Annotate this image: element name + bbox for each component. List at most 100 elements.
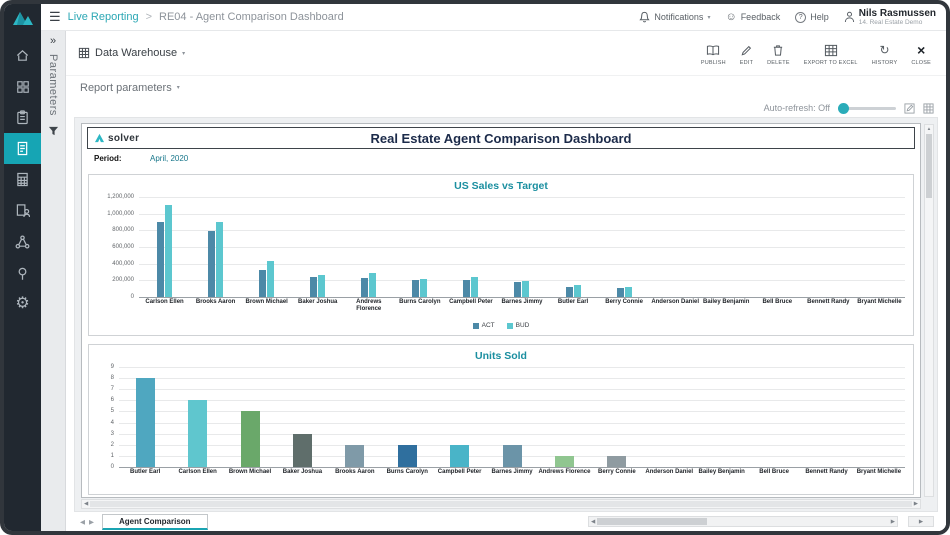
report-parameters-toggle[interactable]: Report parameters ▾ — [66, 75, 946, 99]
sidebar-item-library[interactable] — [4, 195, 41, 226]
user-text: Nils Rasmussen 14. Real Estate Demo — [859, 8, 936, 27]
hamburger-menu-icon[interactable]: ☰ — [49, 9, 61, 25]
help-button[interactable]: ? Help — [795, 12, 829, 23]
user-org: 14. Real Estate Demo — [859, 19, 936, 26]
bar-group — [241, 197, 292, 297]
scrollbar-track[interactable] — [90, 501, 912, 507]
vertical-scrollbar[interactable]: ▲ — [924, 124, 934, 497]
legend-swatch — [507, 323, 513, 329]
bar-bud — [625, 287, 632, 297]
notifications-button[interactable]: Notifications ▾ — [639, 11, 710, 23]
sheet-tab-agent-comparison[interactable]: Agent Comparison — [102, 514, 208, 530]
report-horizontal-scrollbar[interactable]: ◀ ▶ — [81, 499, 921, 509]
sheet-next-button[interactable]: ▶ — [89, 518, 94, 526]
y-axis-tick: 800,000 — [112, 227, 134, 233]
chevron-down-icon: ▾ — [177, 84, 180, 91]
bar-act — [208, 231, 215, 297]
chart-title: US Sales vs Target — [89, 175, 913, 195]
breadcrumb-section[interactable]: Live Reporting — [68, 11, 139, 23]
solver-logo-icon[interactable] — [12, 11, 34, 31]
export-to-excel-button[interactable]: EXPORT TO EXCEL — [797, 41, 865, 66]
data-source-selector[interactable]: Data Warehouse ▾ — [78, 47, 185, 59]
scroll-right-icon[interactable]: ▶ — [914, 501, 918, 507]
sheet-tab-bar: ◀ ▶ Agent Comparison ◀ ▶ ▶ — [66, 512, 946, 531]
edit-view-button[interactable] — [904, 103, 915, 114]
sheet-prev-button[interactable]: ◀ — [80, 518, 85, 526]
grid-view-button[interactable] — [923, 103, 934, 114]
bell-icon — [639, 11, 650, 23]
edit-button[interactable]: EDIT — [733, 41, 760, 66]
sales-vs-target-chart: US Sales vs Target 1,200,0001,000,000800… — [88, 174, 914, 336]
bar-group — [695, 367, 747, 467]
scroll-left-icon[interactable]: ◀ — [591, 519, 595, 525]
sidebar-item-data[interactable] — [4, 164, 41, 195]
chart-body: 1,200,0001,000,000800,000600,000400,0002… — [89, 195, 913, 297]
sidebar-item-settings[interactable]: ⚙ — [4, 288, 41, 319]
app-surface: ⚲ ⚙ ☰ Live Reporting > RE04 - Agent Comp… — [4, 4, 946, 531]
chart-legend: ACTBUD — [89, 319, 913, 335]
x-axis-label: Carlson Ellen — [171, 469, 223, 485]
auto-refresh-row: Auto-refresh: Off — [66, 99, 946, 117]
y-axis-tick: 0 — [111, 464, 114, 470]
bar-units — [136, 378, 155, 467]
sidebar-item-tasks[interactable] — [4, 102, 41, 133]
sidebar-item-home[interactable] — [4, 40, 41, 71]
bar-group — [591, 367, 643, 467]
bar-act — [259, 270, 266, 298]
scrollbar-end-segment[interactable]: ▶ — [908, 516, 934, 527]
sidebar-item-reports[interactable] — [4, 133, 41, 164]
x-axis-label: Barnes Jimmy — [496, 299, 547, 315]
x-axis-label: Brown Michael — [241, 299, 292, 315]
bar-group — [538, 367, 590, 467]
x-axis-label: Anderson Daniel — [643, 469, 695, 485]
plot-area — [119, 367, 905, 467]
bar-group — [752, 197, 803, 297]
gear-icon: ⚙ — [15, 296, 29, 312]
scroll-right-icon[interactable]: ▶ — [891, 519, 895, 525]
sidebar-item-tools[interactable]: ⚲ — [4, 257, 41, 288]
feedback-button[interactable]: ☺ Feedback — [725, 12, 780, 23]
x-axis-label: Bailey Benjamin — [695, 469, 747, 485]
bar-group — [433, 367, 485, 467]
auto-refresh-toggle[interactable] — [838, 107, 896, 110]
table-icon — [16, 172, 29, 187]
bar-group — [292, 197, 343, 297]
bar-group — [171, 367, 223, 467]
publish-button[interactable]: PUBLISH — [694, 41, 733, 66]
expand-parameters-icon[interactable]: » — [50, 36, 56, 47]
bar-bud — [574, 285, 581, 297]
user-menu[interactable]: Nils Rasmussen 14. Real Estate Demo — [844, 8, 936, 27]
clipboard-icon — [16, 110, 29, 125]
scrollbar-thumb[interactable] — [926, 134, 932, 198]
x-axis-label: Anderson Daniel — [650, 299, 701, 315]
filter-icon[interactable] — [48, 123, 59, 141]
x-axis-label: Butler Earl — [548, 299, 599, 315]
period-value: April, 2020 — [150, 154, 188, 163]
close-button[interactable]: × CLOSE — [904, 41, 938, 66]
apps-grid-icon — [16, 80, 30, 94]
delete-button[interactable]: DELETE — [760, 41, 797, 66]
bar-group — [643, 367, 695, 467]
sidebar-item-connections[interactable] — [4, 226, 41, 257]
scroll-up-icon[interactable]: ▲ — [925, 125, 933, 132]
scroll-left-icon[interactable]: ◀ — [84, 501, 88, 507]
solver-mark-icon — [94, 133, 105, 143]
legend-item: ACT — [473, 322, 495, 329]
bar-bud — [318, 275, 325, 297]
history-button[interactable]: ↻ HISTORY — [865, 41, 905, 66]
solver-report-logo: solver — [88, 133, 139, 144]
x-axis-label: Barnes Jimmy — [486, 469, 538, 485]
topbar: ☰ Live Reporting > RE04 - Agent Comparis… — [41, 4, 946, 31]
report-viewport: solver Real Estate Agent Comparison Dash… — [74, 117, 938, 512]
documents-user-icon — [16, 203, 30, 218]
bar-group — [190, 197, 241, 297]
toggle-knob — [838, 103, 849, 114]
help-icon: ? — [795, 12, 806, 23]
x-axis-label: Andrews Florence — [343, 299, 394, 315]
scrollbar-thumb[interactable] — [597, 518, 707, 525]
export-label: EXPORT TO EXCEL — [804, 60, 858, 66]
y-axis-tick: 3 — [111, 431, 114, 437]
sheet-horizontal-scrollbar[interactable]: ◀ ▶ — [588, 516, 898, 527]
sidebar-item-apps[interactable] — [4, 71, 41, 102]
x-axis-label: Bell Bruce — [752, 299, 803, 315]
